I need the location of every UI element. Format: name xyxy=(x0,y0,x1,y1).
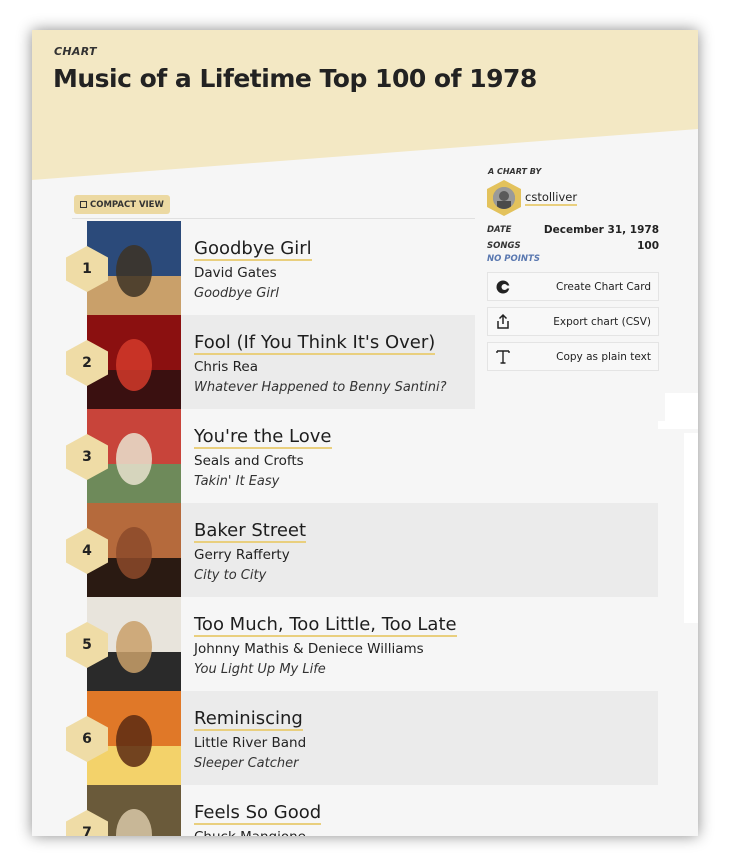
songs-value: 100 xyxy=(637,240,659,252)
avatar[interactable] xyxy=(487,180,521,216)
page-frame: CHART Music of a Lifetime Top 100 of 197… xyxy=(32,30,698,836)
artist-name: Little River Band xyxy=(194,735,307,751)
artist-name: David Gates xyxy=(194,265,277,281)
export-csv-label: Export chart (CSV) xyxy=(553,316,651,328)
album-name: Goodbye Girl xyxy=(194,286,279,301)
square-icon xyxy=(80,201,87,208)
album-name: City to City xyxy=(194,568,267,583)
album-name: Whatever Happened to Benny Santini? xyxy=(194,380,447,395)
artist-name: Seals and Crofts xyxy=(194,453,304,469)
song-title-link[interactable]: Goodbye Girl xyxy=(194,238,312,261)
date-label: DATE xyxy=(487,225,512,235)
artist-name: Gerry Rafferty xyxy=(194,547,290,563)
copy-plain-text-button[interactable]: Copy as plain text xyxy=(487,342,659,371)
share-export-icon xyxy=(497,313,509,329)
artist-name: Chuck Mangione xyxy=(194,829,306,836)
album-name: Takin' It Easy xyxy=(194,474,280,489)
songs-label: SONGS xyxy=(487,241,521,251)
song-title-link[interactable]: Baker Street xyxy=(194,520,307,543)
song-title-link[interactable]: Reminiscing xyxy=(194,708,303,731)
artist-name: Chris Rea xyxy=(194,359,258,375)
export-csv-button[interactable]: Export chart (CSV) xyxy=(487,307,659,336)
song-title-link[interactable]: Fool (If You Think It's Over) xyxy=(194,332,436,355)
text-t-icon xyxy=(496,350,510,364)
page-title: Music of a Lifetime Top 100 of 1978 xyxy=(53,64,537,93)
username-link[interactable]: cstolliver xyxy=(525,190,578,206)
panel-gap xyxy=(684,433,698,623)
song-title-link[interactable]: Feels So Good xyxy=(194,802,322,825)
song-title-link[interactable]: You're the Love xyxy=(194,426,332,449)
album-name: Sleeper Catcher xyxy=(194,756,299,771)
create-chart-card-button[interactable]: Create Chart Card xyxy=(487,272,659,301)
copy-plain-text-label: Copy as plain text xyxy=(556,351,651,363)
date-value: December 31, 1978 xyxy=(543,224,659,236)
chart-row: 6 Reminiscing Little River Band Sleeper Cat… xyxy=(66,691,658,785)
compact-view-label: COMPACT VIEW xyxy=(90,199,164,210)
chart-row: 3 You're the Love Seals and Crofts Takin' I… xyxy=(66,409,658,503)
chart-row: 5 Too Much, Too Little, Too Late Johnny Ma… xyxy=(66,597,658,691)
song-title-link[interactable]: Too Much, Too Little, Too Late xyxy=(194,614,457,637)
chart-row: 4 Baker Street Gerry Rafferty City to City xyxy=(66,503,658,597)
chart-row: 7Feels So GoodChuck Mangione xyxy=(66,785,658,836)
chart-by-label: A CHART BY xyxy=(488,167,542,176)
compact-view-button[interactable]: COMPACT VIEW xyxy=(74,195,170,214)
create-chart-card-label: Create Chart Card xyxy=(556,281,651,293)
chart-eyebrow: CHART xyxy=(54,45,97,58)
chart-card-icon xyxy=(496,280,510,294)
no-points-label: NO POINTS xyxy=(487,254,540,264)
chart-info-panel: A CHART BY cstolliver DATE December 31, … xyxy=(475,161,665,421)
artist-name: Johnny Mathis & Deniece Williams xyxy=(194,641,424,657)
album-name: You Light Up My Life xyxy=(194,662,326,677)
